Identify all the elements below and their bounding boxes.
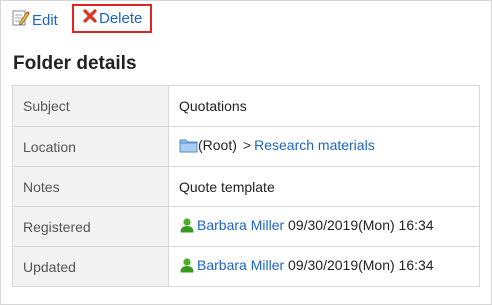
delete-button[interactable]: Delete (72, 4, 152, 33)
pencil-edit-icon (12, 9, 30, 32)
toolbar: Edit Delete (1, 1, 491, 39)
subject-value: Quotations (168, 85, 480, 127)
user-icon (179, 217, 195, 236)
updated-timestamp: 09/30/2019(Mon) 16:34 (288, 257, 434, 273)
breadcrumb-separator: > (242, 137, 252, 153)
location-value: (Root) > Research materials (168, 126, 480, 167)
table-row-updated: Updated Barbara Miller 09/30/2019(Mon) 1… (12, 246, 480, 287)
updated-user-link[interactable]: Barbara Miller (197, 257, 284, 273)
edit-button-label: Edit (32, 11, 58, 29)
registered-timestamp: 09/30/2019(Mon) 16:34 (288, 217, 434, 233)
updated-label: Updated (12, 246, 169, 287)
folder-details-panel: Edit Delete Folder details Subject Quota… (0, 0, 492, 305)
table-row-notes: Notes Quote template (12, 166, 480, 207)
delete-button-label: Delete (99, 10, 143, 27)
page-title: Folder details (13, 53, 137, 74)
red-x-delete-icon (83, 9, 97, 28)
table-row-registered: Registered Barbara Miller 09/30/2019(Mon… (12, 206, 480, 247)
location-folder-link[interactable]: Research materials (254, 137, 375, 153)
folder-icon (179, 137, 198, 156)
registered-value: Barbara Miller 09/30/2019(Mon) 16:34 (168, 206, 480, 247)
registered-user-link[interactable]: Barbara Miller (197, 217, 284, 233)
notes-value: Quote template (168, 166, 480, 207)
table-row-location: Location (Root) > Research materials (12, 126, 480, 167)
user-icon (179, 257, 195, 276)
table-row-subject: Subject Quotations (12, 85, 480, 127)
subject-label: Subject (12, 85, 169, 127)
registered-label: Registered (12, 206, 169, 247)
location-label: Location (12, 126, 169, 167)
edit-button[interactable]: Edit (12, 10, 58, 30)
location-root: (Root) (198, 137, 237, 153)
notes-label: Notes (12, 166, 169, 207)
updated-value: Barbara Miller 09/30/2019(Mon) 16:34 (168, 246, 480, 287)
folder-details-table: Subject Quotations Location (Root) > Resea… (12, 85, 480, 287)
